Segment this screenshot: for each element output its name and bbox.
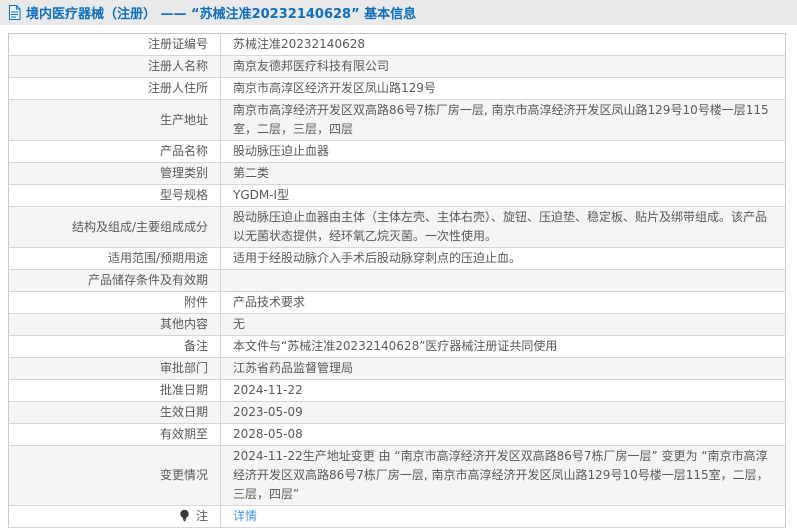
row-value: 南京友德邦医疗科技有限公司 [220,55,786,78]
row-value: 无 [220,313,786,336]
document-icon [8,5,21,20]
row-label: 注 [8,505,221,528]
row-label: 有效期至 [8,423,221,446]
table-row: 生产地址 南京市高淳经济开发区双高路86号7栋厂房一层, 南京市高淳经济开发区凤山… [8,99,786,141]
row-label: 生效日期 [8,401,221,424]
row-label-text: 型号规格 [159,188,208,202]
table-row: 审批部门 江苏省药品监督管理局 [8,357,786,380]
row-value: 股动脉压迫止血器由主体（主体左壳、主体右壳）、旋钮、压迫垫、稳定板、贴片及绑带组… [220,206,786,248]
row-label: 备注 [8,335,221,358]
row-label-text: 结构及组成/主要组成成分 [71,219,208,234]
table-row: 生效日期 2023-05-09 [8,401,786,424]
row-label: 其他内容 [8,313,221,336]
row-label: 变更情况 [8,445,221,506]
row-label-text: 备注 [183,339,208,353]
row-value: 苏械注准20232140628 [220,33,786,56]
row-value [220,269,786,292]
row-label: 产品名称 [8,140,221,163]
row-value: 2023-05-09 [220,401,786,424]
details-link[interactable]: 详情 [233,509,257,523]
table-row: 产品名称 股动脉压迫止血器 [8,140,786,163]
row-label-text: 注册人名称 [147,59,208,73]
table-row: 变更情况 2024-11-22生产地址变更 由 “南京市高淳经济开发区双高路86号… [8,445,786,506]
row-label-text: 生效日期 [159,405,208,419]
row-value: 南京市高淳经济开发区双高路86号7栋厂房一层, 南京市高淳经济开发区凤山路129… [220,99,786,141]
row-label-text: 注册人住所 [147,81,208,95]
table-row: 有效期至 2028-05-08 [8,423,786,446]
row-label-text: 产品储存条件及有效期 [87,273,208,287]
row-value: 产品技术要求 [220,291,786,314]
row-value: 2028-05-08 [220,423,786,446]
table-row: 注 详情 [8,505,786,528]
table-row: 注册人名称 南京友德邦医疗科技有限公司 [8,55,786,78]
row-label-text: 变更情况 [159,468,208,482]
row-label: 注册证编号 [8,33,221,56]
row-value: 适用于经股动脉介入手术后股动脉穿刺点的压迫止血。 [220,247,786,270]
row-label: 审批部门 [8,357,221,380]
table-row: 附件 产品技术要求 [8,291,786,314]
row-label-text: 附件 [183,295,208,309]
row-value: 详情 [220,505,786,528]
row-value: 本文件与“苏械注准20232140628”医疗器械注册证共同使用 [220,335,786,358]
row-label: 生产地址 [8,99,221,141]
row-label: 适用范围/预期用途 [8,247,221,270]
row-label: 型号规格 [8,184,221,207]
table-row: 备注 本文件与“苏械注准20232140628”医疗器械注册证共同使用 [8,335,786,358]
row-label-text: 管理类别 [159,166,208,180]
lightbulb-icon [179,509,190,522]
row-label-text: 有效期至 [159,427,208,441]
table-row: 结构及组成/主要组成成分 股动脉压迫止血器由主体（主体左壳、主体右壳）、旋钮、压迫… [8,206,786,248]
row-label-text: 生产地址 [159,112,208,127]
table-row: 注册人住所 南京市高淳区经济开发区凤山路129号 [8,77,786,100]
table-row: 适用范围/预期用途 适用于经股动脉介入手术后股动脉穿刺点的压迫止血。 [8,247,786,270]
row-label-text: 适用范围/预期用途 [107,251,208,265]
row-value: 股动脉压迫止血器 [220,140,786,163]
row-value: 江苏省药品监督管理局 [220,357,786,380]
row-label: 结构及组成/主要组成成分 [8,206,221,248]
table-row: 管理类别 第二类 [8,162,786,185]
row-label: 附件 [8,291,221,314]
row-value: 2024-11-22 [220,379,786,402]
table-row: 批准日期 2024-11-22 [8,379,786,402]
table-row: 注册证编号 苏械注准20232140628 [8,33,786,56]
row-value: YGDM-I型 [220,184,786,207]
row-label-text: 批准日期 [159,383,208,397]
page-title: 境内医疗器械（注册） —— “苏械注准20232140628” 基本信息 [26,7,417,22]
row-label-text: 产品名称 [159,144,208,158]
table-row: 其他内容无 [8,313,786,336]
table-row: 型号规格 YGDM-I型 [8,184,786,207]
page-header: 境内医疗器械（注册） —— “苏械注准20232140628” 基本信息 [0,0,797,25]
row-label: 注册人名称 [8,55,221,78]
row-value: 南京市高淳区经济开发区凤山路129号 [220,77,786,100]
row-value: 第二类 [220,162,786,185]
row-label-text: 注 [195,509,208,523]
row-label: 注册人住所 [8,77,221,100]
row-label-text: 其他内容 [159,317,208,331]
basic-info-table: 注册证编号 苏械注准20232140628 注册人名称 南京友德邦医疗科技有限公司 注册… [8,33,786,528]
row-value: 2024-11-22生产地址变更 由 “南京市高淳经济开发区双高路86号7栋厂房… [220,445,786,506]
table-row: 产品储存条件及有效期 [8,269,786,292]
row-label: 产品储存条件及有效期 [8,269,221,292]
row-label: 批准日期 [8,379,221,402]
row-label-text: 注册证编号 [147,37,208,51]
row-label: 管理类别 [8,162,221,185]
row-label-text: 审批部门 [159,361,208,375]
